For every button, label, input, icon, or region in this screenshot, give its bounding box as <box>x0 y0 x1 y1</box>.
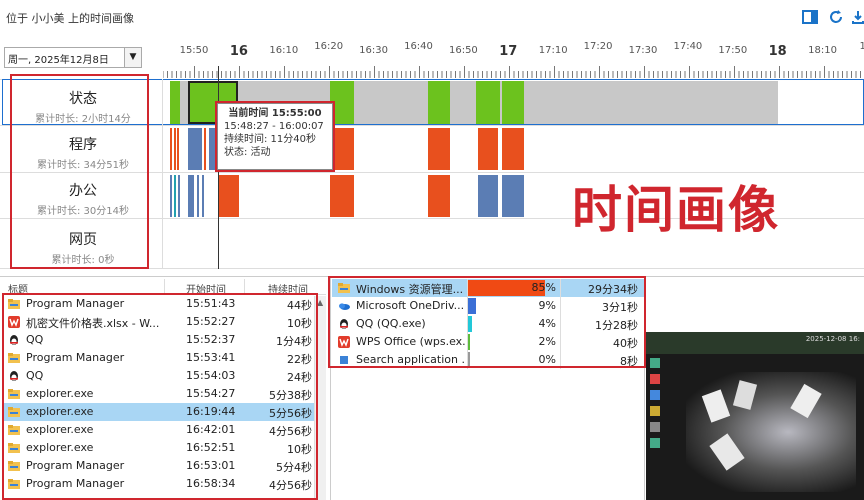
panel-icon[interactable] <box>802 9 818 25</box>
program-block[interactable] <box>204 128 206 170</box>
office-block[interactable] <box>502 175 524 217</box>
program-block[interactable] <box>188 128 202 170</box>
office-block[interactable] <box>202 175 204 217</box>
office-block[interactable] <box>219 175 239 217</box>
office-block[interactable] <box>428 175 450 217</box>
tick-label: 16:20 <box>314 41 344 52</box>
tick-label: 17:40 <box>673 41 703 52</box>
date-selector[interactable]: 周一, 2025年12月8日 ▼ <box>4 47 142 68</box>
annotation-box-tooltip <box>215 101 335 172</box>
office-block[interactable] <box>170 175 172 217</box>
tick-label: 17:30 <box>628 45 658 56</box>
tick-label: 17:50 <box>718 45 748 56</box>
program-block[interactable] <box>174 128 176 170</box>
tick-label: 17:10 <box>538 45 568 56</box>
tick-label: 16:30 <box>359 45 389 56</box>
annotation-box-row-labels <box>10 74 149 269</box>
program-block[interactable] <box>170 128 172 170</box>
office-block[interactable] <box>330 175 354 217</box>
tick-label: 16:50 <box>448 45 478 56</box>
title-bar: 位于 小小美 上的时间画像 <box>0 0 864 38</box>
thumb-timestamp: 2025-12-08 16: <box>805 335 860 343</box>
tick-label: 16:40 <box>404 41 433 52</box>
status-block-active[interactable] <box>476 81 500 124</box>
time-ruler <box>163 66 861 78</box>
office-block[interactable] <box>478 175 498 217</box>
status-block-idle[interactable] <box>354 81 428 124</box>
program-block[interactable] <box>428 128 450 170</box>
office-block[interactable] <box>188 175 194 217</box>
program-block[interactable] <box>478 128 498 170</box>
screenshot-thumbnail[interactable]: 2025-12-08 16: <box>646 332 864 500</box>
status-block-active[interactable] <box>428 81 450 124</box>
tick-label: 18 <box>768 44 787 59</box>
tick-label: 17 <box>499 44 518 59</box>
annotation-box-stats <box>328 276 646 368</box>
program-block[interactable] <box>177 128 179 170</box>
status-block-active[interactable] <box>502 81 524 124</box>
thumb-desktop-icons <box>650 358 664 488</box>
tick-label: 17:20 <box>583 41 613 52</box>
export-icon[interactable] <box>852 9 864 25</box>
thumb-wallpaper <box>686 372 856 492</box>
status-block-idle[interactable] <box>450 81 476 124</box>
overlay-title: 时间画像 <box>572 180 780 239</box>
program-block[interactable] <box>502 128 524 170</box>
annotation-box-process-list <box>2 293 318 500</box>
office-block[interactable] <box>178 175 180 217</box>
chevron-down-icon[interactable]: ▼ <box>124 48 141 67</box>
tick-label: 15:50 <box>179 45 209 56</box>
tick-label: 18: <box>859 41 864 52</box>
label-column-divider <box>162 79 163 269</box>
refresh-icon[interactable] <box>828 9 844 25</box>
tick-label: 18:10 <box>808 45 838 56</box>
status-block-active[interactable] <box>170 81 180 124</box>
status-block-idle[interactable] <box>524 81 778 124</box>
status-block-idle[interactable] <box>180 81 188 124</box>
office-block[interactable] <box>197 175 199 217</box>
office-block[interactable] <box>174 175 176 217</box>
date-value: 周一, 2025年12月8日 <box>8 55 109 66</box>
tick-label: 16 <box>229 44 248 59</box>
tick-label: 16:10 <box>269 45 299 56</box>
window-title: 位于 小小美 上的时间画像 <box>6 12 134 25</box>
